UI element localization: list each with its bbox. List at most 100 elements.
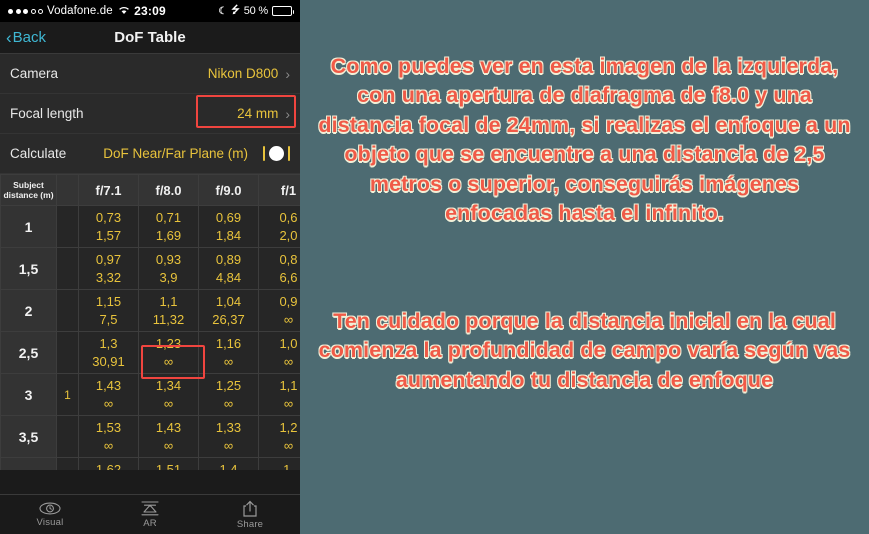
dof-near-value: 1,4 [219,462,238,470]
calculate-label: Calculate [10,146,67,161]
partial-column-cell [56,247,79,290]
dof-cell: 1,43 ∞ [138,415,199,458]
dof-near-value: 1,16 [215,336,242,352]
dof-table-container[interactable]: Subject distance (m) f/7.1 f/8.0 f/9.0 f… [0,174,300,470]
dof-near-value: 0,71 [155,210,182,226]
tab-visual[interactable]: Visual [0,495,100,534]
settings-row-camera[interactable]: Camera Nikon D800 › [0,54,300,94]
dof-near-value: 1,1 [279,378,298,394]
subject-distance-cell: 3 [0,373,57,416]
tab-share-label: Share [236,518,264,530]
dof-near-value: 0,8 [279,252,298,268]
dof-far-value: 6,6 [279,269,298,285]
dof-cell: 1,25 ∞ [198,373,259,416]
dof-far-value: 7,5 [99,311,118,327]
dof-near-value: 1, [283,462,294,470]
dof-cell: 1,51∞ [138,457,199,470]
phone-screenshot: Vodafone.de 23:09 ☾ ⭍ 50 % ‹ Back DoF Ta… [0,0,300,534]
subject-distance-cell: 2,5 [0,331,57,374]
dof-far-value: 1,57 [95,227,122,243]
subject-distance-cell: 3,5 [0,415,57,458]
dof-cell: 1,1 11,32 [138,289,199,332]
dof-near-value: 1,51 [155,462,182,470]
subject-distance-header: Subject distance (m) [0,174,57,206]
dof-near-value: 0,97 [95,252,122,268]
dof-far-value: 3,9 [159,269,178,285]
annotation-paragraph-1: Como puedes ver en esta imagen de la izq… [318,54,851,226]
table-row: 2 1,15 7,5 1,1 11,32 1,04 26,37 0,9 ∞ [0,289,300,332]
dof-cell: 1,3 30,91 [78,331,139,374]
dof-near-value: 1,43 [95,378,122,394]
aperture-header-f90[interactable]: f/9.0 [198,174,259,206]
dof-cell: 1,43 ∞ [78,373,139,416]
share-icon [242,500,258,517]
dof-cell: 1,23 ∞ [138,331,199,374]
dof-cell: 1,53 ∞ [78,415,139,458]
dof-cell: 0,8 6,6 [258,247,300,290]
eye-icon [39,502,61,515]
dof-cell: 1,∞ [258,457,300,470]
subject-distance-cell: 4 [0,457,57,470]
partial-column-cell [56,457,79,470]
dof-far-value: ∞ [283,437,294,453]
dof-near-value: 0,9 [279,294,298,310]
dof-cell: 0,89 4,84 [198,247,259,290]
stepper-knob[interactable] [269,146,284,161]
calculate-stepper[interactable] [263,146,290,161]
dof-cell: 1,2 ∞ [258,415,300,458]
tab-ar[interactable]: AR [100,495,200,534]
tab-share[interactable]: Share [200,495,300,534]
dof-near-value: 1,23 [155,336,182,352]
subject-header-line2: distance (m) [3,190,54,200]
settings-row-focal-length[interactable]: Focal length 24 mm › [0,94,300,134]
dof-near-value: 1,15 [95,294,122,310]
camera-value-label: Nikon D800 [207,66,279,81]
dof-cell: 1,16 ∞ [198,331,259,374]
dof-cell: 1,62∞ [78,457,139,470]
dof-near-value: 0,93 [155,252,182,268]
table-row: 4 1,62∞1,51∞1,4∞1,∞ [0,457,300,470]
partial-column-cell [56,205,79,248]
dof-far-value: ∞ [223,437,234,453]
annotation-paragraph-2: Ten cuidado porque la distancia inicial … [318,308,851,392]
dof-far-value: 1,84 [215,227,242,243]
table-header-row: Subject distance (m) f/7.1 f/8.0 f/9.0 f… [0,174,300,206]
subject-distance-cell: 1,5 [0,247,57,290]
aperture-header-f1x[interactable]: f/1 [258,174,300,206]
dof-cell: 1,1 ∞ [258,373,300,416]
aperture-header-f80[interactable]: f/8.0 [138,174,199,206]
dof-table: Subject distance (m) f/7.1 f/8.0 f/9.0 f… [0,174,300,470]
dof-near-value: 0,73 [95,210,122,226]
dof-near-value: 1,34 [155,378,182,394]
tab-bar: Visual AR Share [0,494,300,534]
focal-length-value: 24 mm › [237,106,290,122]
chevron-left-icon: ‹ [6,27,12,47]
aperture-header-partial[interactable] [56,174,79,206]
dof-far-value: 30,91 [92,353,125,369]
dof-cell: 1,33 ∞ [198,415,259,458]
dof-near-value: 1,0 [279,336,298,352]
settings-row-calculate[interactable]: Calculate DoF Near/Far Plane (m) [0,134,300,174]
dof-near-value: 1,1 [159,294,178,310]
focal-length-label: Focal length [10,106,84,121]
dof-far-value: ∞ [103,437,114,453]
back-button[interactable]: ‹ Back [0,27,46,47]
status-bar: Vodafone.de 23:09 ☾ ⭍ 50 % [0,0,300,22]
dof-far-value: ∞ [163,395,174,411]
dof-cell: 0,97 3,32 [78,247,139,290]
dof-cell: 1,34 ∞ [138,373,199,416]
dof-far-value: 4,84 [215,269,242,285]
dof-far-value: ∞ [163,437,174,453]
moon-icon: ☾ [218,5,228,17]
dof-far-value: 2,0 [279,227,298,243]
table-row: 1 0,73 1,57 0,71 1,69 0,69 1,84 0,6 2,0 [0,205,300,248]
battery-icon [272,6,294,16]
chevron-right-icon: › [285,65,290,82]
dof-near-value: 1,25 [215,378,242,394]
aperture-header-f71[interactable]: f/7.1 [78,174,139,206]
calculate-value-label: DoF Near/Far Plane (m) [103,146,248,161]
dof-far-value: ∞ [283,311,294,327]
dof-near-value: 0,89 [215,252,242,268]
tab-ar-label: AR [143,517,157,529]
chevron-right-icon: › [285,105,290,122]
